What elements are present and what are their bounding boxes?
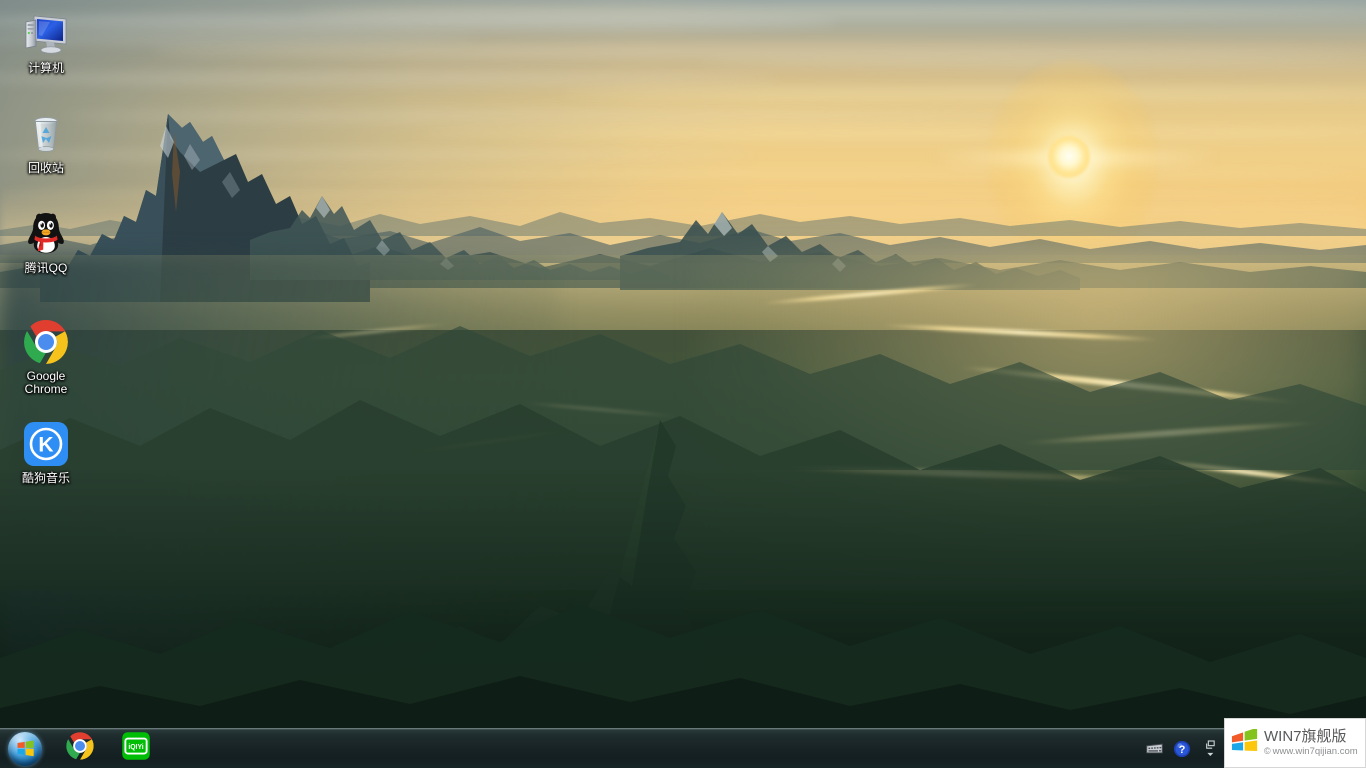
keyboard-icon[interactable]	[1144, 739, 1164, 759]
desktop[interactable]: 计算机 回收站 腾讯QQ Google Chrome K 酷狗音乐 iQIYi …	[0, 0, 1366, 768]
sun-core	[1048, 136, 1090, 178]
windows-flag-logo-icon	[1230, 727, 1260, 757]
desktop-icon-tencent-qq[interactable]: 腾讯QQ	[8, 210, 84, 275]
desktop-icon-label: 腾讯QQ	[24, 261, 68, 275]
recycle-bin-icon	[22, 110, 70, 158]
my-computer-icon	[22, 10, 70, 58]
win7-watermark-panel: WIN7旗舰版 © www.win7qijian.com	[1224, 718, 1366, 768]
tencent-qq-icon	[22, 210, 70, 258]
desktop-icon-kugou-music[interactable]: K 酷狗音乐	[8, 420, 84, 485]
watermark-title: WIN7旗舰版	[1264, 728, 1347, 745]
desktop-icon-label: Google Chrome	[24, 369, 68, 396]
copyright-mark: ©	[1264, 746, 1271, 756]
watermark-text-block: WIN7旗舰版 © www.win7qijian.com	[1264, 728, 1358, 758]
help-question-icon[interactable]: ?	[1172, 739, 1192, 759]
desktop-icon-google-chrome[interactable]: Google Chrome	[8, 318, 84, 396]
watermark-url-text: www.win7qijian.com	[1272, 746, 1358, 757]
taskbar-item-iqiyi[interactable]: iQIYi	[110, 731, 162, 766]
taskbar[interactable]: iQIYi ? WIN7旗舰版 © www.win7qijian.com	[0, 718, 1366, 768]
taskbar-item-chrome[interactable]	[54, 731, 106, 766]
desktop-icon-recycle-bin[interactable]: 回收站	[8, 110, 84, 175]
windows-start-orb-icon	[8, 731, 42, 766]
desktop-icon-label: 酷狗音乐	[21, 471, 70, 485]
start-button[interactable]	[0, 730, 50, 767]
watermark-url: © www.win7qijian.com	[1264, 745, 1358, 758]
svg-text:K: K	[38, 434, 53, 457]
foreground-shadow	[0, 468, 1366, 768]
chrome-icon	[65, 731, 95, 766]
desktop-icon-label: 回收站	[27, 161, 64, 175]
desktop-icon-label: 计算机	[27, 61, 64, 75]
svg-text:?: ?	[1179, 744, 1186, 756]
iqiyi-icon-text: iQIYi	[128, 744, 143, 751]
chrome-icon	[22, 318, 70, 366]
iqiyi-icon: iQIYi	[121, 731, 151, 766]
kugou-music-icon: K	[22, 420, 70, 468]
system-tray[interactable]: ?	[1144, 729, 1220, 768]
desktop-icon-computer[interactable]: 计算机	[8, 10, 84, 75]
show-hidden-icons-chevron-icon[interactable]	[1200, 739, 1220, 759]
desktop-wallpaper	[0, 0, 1366, 768]
